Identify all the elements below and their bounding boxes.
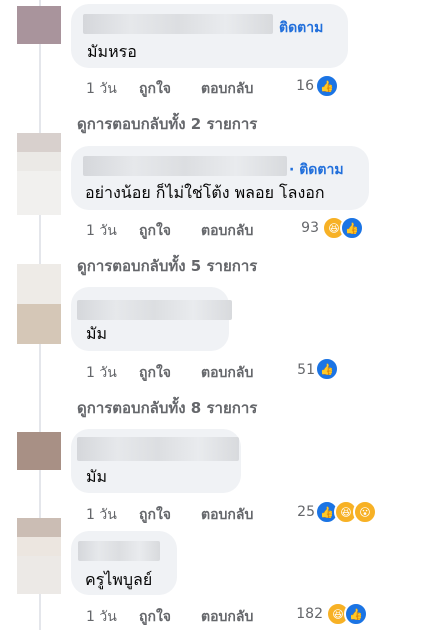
view-replies-link[interactable]: ดูการตอบกลับทั้ง 8 รายการ: [77, 396, 257, 420]
reaction-count[interactable]: 182: [283, 606, 323, 622]
comment-time[interactable]: 1 วัน: [86, 362, 117, 384]
like-action[interactable]: ถูกใจ: [139, 362, 171, 384]
comment-text: อย่างน้อย ก็ไม่ใช่โต้ง พลอย โลงอก: [85, 183, 325, 202]
avatar[interactable]: [17, 518, 61, 556]
avatar[interactable]: [17, 264, 61, 304]
comment-time[interactable]: 1 วัน: [86, 220, 117, 242]
comment-time[interactable]: 1 วัน: [86, 504, 117, 526]
comment-text: ครูไพบูลย์: [85, 570, 153, 589]
comment-time[interactable]: 1 วัน: [86, 606, 117, 628]
avatar[interactable]: [17, 133, 61, 171]
reply-action[interactable]: ตอบกลับ: [201, 220, 253, 242]
reaction-count[interactable]: 16: [274, 78, 314, 94]
avatar[interactable]: [17, 6, 61, 44]
comment-bubble: มัม: [71, 287, 232, 351]
like-reaction-icon: 👍: [315, 357, 339, 381]
commenter-name-blurred[interactable]: [77, 300, 232, 320]
like-action[interactable]: ถูกใจ: [139, 606, 171, 628]
follow-button[interactable]: ติดตาม: [279, 17, 323, 39]
avatar-extension: [17, 171, 61, 215]
view-replies-link[interactable]: ดูการตอบกลับทั้ง 5 รายการ: [77, 254, 257, 278]
comment-bubble: ติดตาม มัมหรอ: [71, 4, 348, 68]
comment-bubble: · ติดตาม อย่างน้อย ก็ไม่ใช่โต้ง พลอย โลง…: [71, 146, 369, 210]
reply-action[interactable]: ตอบกลับ: [201, 362, 253, 384]
commenter-name-blurred[interactable]: [83, 14, 273, 34]
avatar[interactable]: [17, 304, 61, 344]
view-replies-link[interactable]: ดูการตอบกลับทั้ง 2 รายการ: [77, 112, 257, 136]
wow-reaction-icon: 😮: [353, 500, 377, 524]
commenter-name-blurred[interactable]: [77, 437, 239, 461]
follow-button[interactable]: · ติดตาม: [289, 159, 344, 181]
like-action[interactable]: ถูกใจ: [139, 220, 171, 242]
comment-bubble: ครูไพบูลย์: [71, 531, 177, 595]
commenter-name-blurred[interactable]: [83, 156, 287, 176]
commenter-name-blurred[interactable]: [78, 541, 160, 561]
avatar-extension: [17, 556, 61, 594]
reaction-count[interactable]: 93: [279, 220, 319, 236]
reply-action[interactable]: ตอบกลับ: [201, 504, 253, 526]
avatar[interactable]: [17, 432, 61, 470]
like-action[interactable]: ถูกใจ: [139, 78, 171, 100]
like-reaction-icon: 👍: [340, 216, 364, 240]
comment-text: มัม: [86, 324, 108, 343]
comment-text: มัมหรอ: [87, 42, 137, 61]
comment-text: มัม: [86, 467, 108, 486]
reply-action[interactable]: ตอบกลับ: [201, 78, 253, 100]
reaction-count[interactable]: 25: [275, 504, 315, 520]
comment-bubble: มัม: [71, 429, 241, 493]
like-action[interactable]: ถูกใจ: [139, 504, 171, 526]
like-reaction-icon: 👍: [344, 602, 368, 626]
reaction-count[interactable]: 51: [275, 362, 315, 378]
reply-action[interactable]: ตอบกลับ: [201, 606, 253, 628]
comment-time[interactable]: 1 วัน: [86, 78, 117, 100]
like-reaction-icon: 👍: [315, 74, 339, 98]
